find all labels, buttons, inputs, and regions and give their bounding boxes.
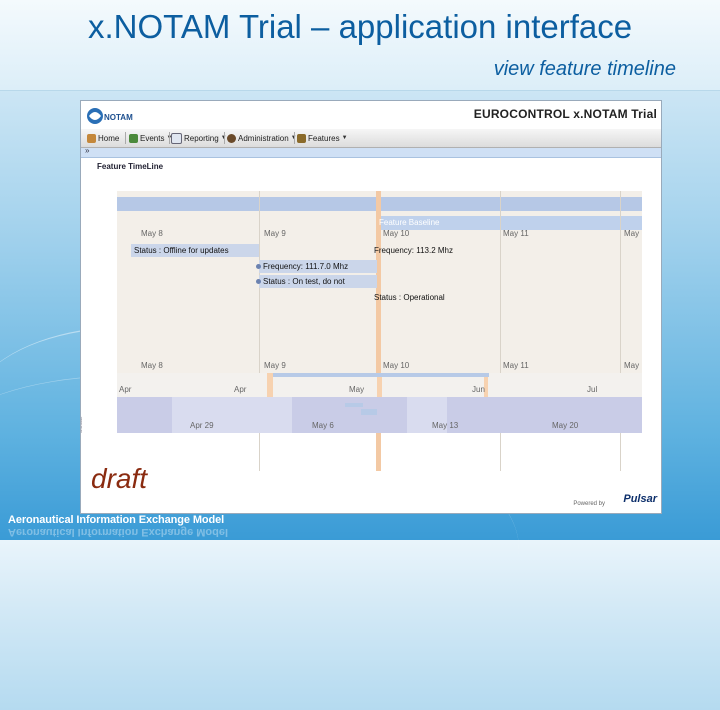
toolbar-home-button[interactable]: Home [87,131,119,145]
pulsar-logo: Pulsar [623,493,657,505]
overview-range-bar [273,373,489,377]
overview-week-label: Apr 29 [190,421,214,430]
toolbar-administration-menu[interactable]: Administration ▼ [227,131,297,145]
overview-month-label: Jul [587,385,598,394]
overview-event-bar [361,409,377,415]
date-label: May 11 [503,361,529,370]
panel-title: Feature TimeLine [97,162,164,171]
event-frequency-new[interactable]: Frequency: 113.2 Mhz [374,246,453,255]
app-logo-text: NOTAM [104,113,133,122]
home-icon [87,133,96,143]
document-icon [171,132,182,144]
toolbar-events-menu[interactable]: Events ▼ [129,131,172,145]
events-icon [129,133,138,143]
event-frequency-old[interactable]: Frequency: 111.7.0 Mhz [256,262,348,271]
toolbar: Home Events ▼ Reporting ▼ Administration… [81,129,661,148]
app-screenshot: NOTAM EUROCONTROL x.NOTAM Trial Home Eve… [80,100,662,514]
app-header: NOTAM EUROCONTROL x.NOTAM Trial [81,101,661,130]
overview-month-label: May [349,385,365,394]
toolbar-divider [125,132,126,144]
event-frequency-old-label: Frequency: 111.7.0 Mhz [263,262,349,271]
overview-week-label: May 20 [552,421,579,430]
overview-event-bar [345,403,363,407]
chevron-down-icon: ▼ [341,135,348,141]
footer-reflection: Aeronautical Information Exchange Model [8,526,229,538]
collapse-icon[interactable]: » [85,146,89,155]
overview-week-label: May 6 [312,421,334,430]
toolbar-home-label: Home [98,133,120,143]
event-dot-icon [256,264,261,269]
admin-icon [227,133,236,143]
toolbar-divider [169,132,170,144]
baseline-label: Feature Baseline [379,218,440,227]
toolbar-reporting-menu[interactable]: Reporting ▼ [171,131,227,145]
date-label: May [624,361,640,370]
date-label: May 11 [503,229,529,238]
timeline-overview[interactable]: Apr Apr May Jun Jul Apr 29 May 6 May 13 … [117,373,642,433]
app-title: EUROCONTROL x.NOTAM Trial [473,107,657,121]
date-label: May 8 [141,361,163,370]
slide-subtitle: view feature timeline [493,58,676,80]
toolbar-features-menu[interactable]: Features ▼ [297,131,348,145]
app-logo: NOTAM [87,108,133,124]
event-status-offline[interactable]: Status : Offline for updates [134,246,229,255]
date-label: May 10 [383,361,410,370]
draft-watermark: draft [91,463,148,494]
toolbar-divider [224,132,225,144]
simile-side-label: SIMILE [80,416,84,433]
event-dot-icon [256,279,261,284]
date-label: May [624,229,640,238]
event-status-test-label: Status : On test, do not [263,277,345,286]
date-label: May 8 [141,229,163,238]
toolbar-divider [294,132,295,144]
toolbar-administration-label: Administration [238,133,289,143]
toolbar-events-label: Events [140,133,165,143]
overview-month-label: Apr [234,385,247,394]
toolbar-reporting-label: Reporting [184,133,219,143]
overview-month-label: Apr [119,385,132,394]
event-status-test[interactable]: Status : On test, do not [256,277,345,286]
date-label: May 10 [383,229,410,238]
slide-title: x.NOTAM Trial – application interface [88,8,633,45]
overview-week-label: May 13 [432,421,459,430]
date-label: May 9 [264,361,286,370]
date-label: May 9 [264,229,286,238]
features-icon [297,133,306,143]
powered-by-label: Powered by [573,501,605,507]
collapse-strip[interactable]: » [81,146,661,158]
event-status-operational[interactable]: Status : Operational [374,293,445,302]
overview-month-label: Jun [472,385,485,394]
toolbar-features-label: Features [308,133,340,143]
footer-title: Aeronautical Information Exchange Model [8,514,225,526]
